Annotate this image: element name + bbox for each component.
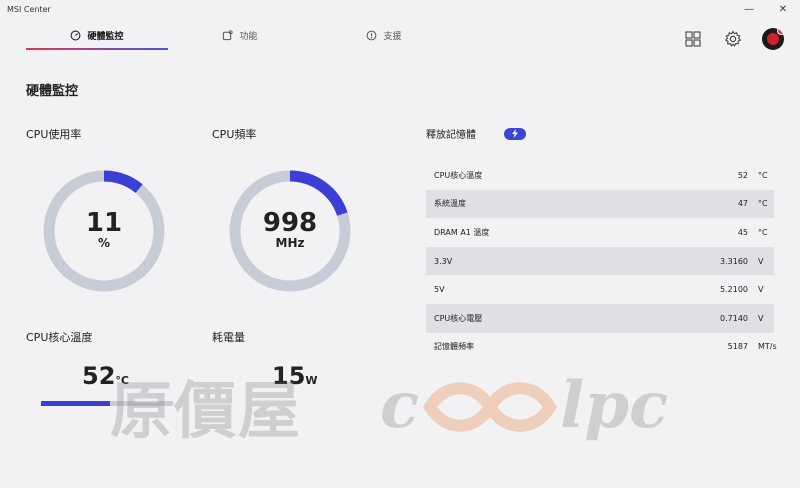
window-title: MSI Center [7,4,51,14]
sensor-unit: °C [758,170,768,180]
cpu-usage-label: CPU使用率 [26,128,82,141]
sensor-value: 3.3160 [720,256,748,266]
gear-icon [724,30,742,47]
svg-text:c: c [380,372,419,442]
watermark: 原價屋 [110,360,302,450]
tab-hardware-monitor[interactable]: 硬體監控 [26,18,168,52]
sensor-table: CPU核心溫度 52 °C 系統溫度 47 °C DRAM A1 溫度 45 °… [426,161,777,362]
sensor-value: 5187 [727,342,748,352]
cpu-freq-value: 998 [262,208,318,238]
title-bar: MSI Center — ✕ [0,0,800,18]
coolpc-logo: c lpc [380,372,668,442]
release-memory-label: 釋放記憶體 [426,130,476,141]
feature-icon [223,29,234,40]
sensor-unit: V [758,285,764,295]
power-unit: W [305,374,318,387]
settings-button[interactable] [722,28,744,50]
sensor-unit: V [758,256,764,266]
tab-label: 支援 [383,31,402,42]
sensor-name: 5V [434,285,445,295]
tab-label: 硬體監控 [87,31,124,42]
power-label: 耗電量 [212,331,245,344]
tab-support[interactable]: 支援 [334,18,434,52]
gauge-icon [71,30,81,40]
sensor-name: 3.3V [434,256,453,266]
page-title: 硬體監控 [26,84,79,99]
sensor-name: 記憶體頻率 [434,342,474,352]
layout-button[interactable] [682,28,704,50]
active-tab-indicator [26,48,168,50]
sensor-value: 45 [737,227,748,237]
sensor-name: 系統溫度 [434,199,466,209]
sensor-name: CPU核心溫度 [434,170,483,180]
svg-text:lpc: lpc [560,372,668,442]
user-avatar[interactable] [762,28,784,50]
table-row: 3.3V 3.3160 V [426,246,774,276]
sensor-unit: MT/s [758,342,777,352]
release-memory-button[interactable] [504,127,526,140]
grid-icon [685,31,701,47]
cpu-temp-label: CPU核心溫度 [26,331,93,344]
close-button[interactable]: ✕ [766,0,800,18]
sensor-unit: °C [758,227,768,237]
sensor-name: DRAM A1 溫度 [434,227,490,237]
cpu-freq-label: CPU頻率 [212,128,257,141]
cpu-usage-gauge: 11 % [43,170,165,292]
cpu-freq-unit: MHz [275,236,305,250]
tab-label: 功能 [239,31,258,42]
top-toolbar [682,28,784,50]
lightning-icon [512,129,518,138]
tab-features[interactable]: 功能 [190,18,290,52]
table-row: 5V 5.2100 V [426,275,774,304]
sensor-unit: V [758,313,764,323]
table-row: 記憶體頻率 5187 MT/s [426,333,777,362]
minimize-button[interactable]: — [732,0,766,18]
window-controls: — ✕ [732,0,800,18]
sensor-unit: °C [758,199,768,209]
info-icon [367,30,377,40]
table-row: 系統溫度 47 °C [426,189,774,219]
table-row: DRAM A1 溫度 45 °C [426,218,774,247]
release-memory: 釋放記憶體 [426,126,526,141]
sensor-name: CPU核心電壓 [434,313,483,323]
cpu-freq-gauge: 998 MHz [229,170,351,292]
table-row: CPU核心溫度 52 °C [426,161,774,190]
notification-dot [777,28,784,35]
table-row: CPU核心電壓 0.7140 V [426,303,774,333]
cpu-usage-unit: % [97,236,111,250]
sensor-value: 47 [737,199,748,209]
cpu-temp-bar-fill [41,401,110,406]
watermark-text: 原價屋 [110,374,303,447]
sensor-value: 5.2100 [720,285,748,295]
cpu-usage-value: 11 [85,208,123,238]
sensor-value: 0.7140 [720,313,748,323]
main-tabs: 硬體監控 功能 支援 [0,18,800,56]
sensor-value: 52 [737,170,748,180]
